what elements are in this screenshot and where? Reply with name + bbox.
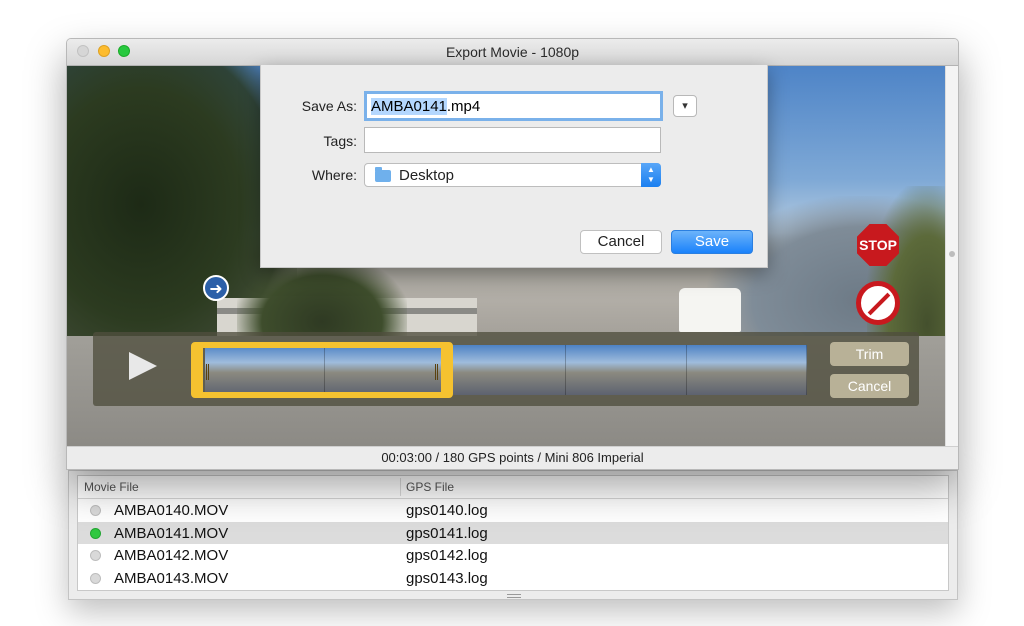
cancel-button[interactable]: Cancel <box>580 230 662 254</box>
gps-file-cell: gps0140.log <box>406 502 488 519</box>
file-list-header: Movie File GPS File <box>78 476 948 499</box>
chevron-down-icon[interactable]: ▾ <box>673 95 697 117</box>
resize-grip-icon[interactable] <box>507 594 521 598</box>
where-popup[interactable]: Desktop ▲ ▼ <box>364 163 661 187</box>
trim-end-grip-icon[interactable] <box>435 364 438 380</box>
trim-selection-handle[interactable] <box>191 342 453 398</box>
status-dot-icon <box>90 572 101 584</box>
where-value: Desktop <box>399 167 455 184</box>
trim-cancel-button[interactable]: Cancel <box>830 374 909 398</box>
filename-input[interactable]: AMBA0141.mp4 <box>364 91 663 121</box>
export-movie-window: Export Movie - 1080p ➜ STOP Trim Cancel … <box>66 38 959 470</box>
popup-arrows-icon: ▲ ▼ <box>641 163 661 187</box>
trim-start-grip-icon[interactable] <box>206 364 209 380</box>
movie-file-cell: AMBA0140.MOV <box>114 502 229 519</box>
scene-camper-van <box>679 288 741 332</box>
where-label: Where: <box>311 167 357 183</box>
folder-icon <box>375 167 391 182</box>
window-title: Export Movie - 1080p <box>445 44 580 60</box>
column-header-movie-file[interactable]: Movie File <box>84 480 139 494</box>
trim-bar: Trim Cancel <box>93 332 919 406</box>
filename-selected-text: AMBA0141 <box>371 98 447 115</box>
play-icon[interactable] <box>129 352 157 380</box>
scroll-knob[interactable] <box>949 251 955 257</box>
table-row[interactable]: AMBA0142.MOV gps0142.log <box>78 544 948 567</box>
movie-file-cell: AMBA0141.MOV <box>114 524 229 542</box>
tags-input[interactable] <box>364 127 661 153</box>
direction-sign-icon: ➜ <box>203 275 229 301</box>
tags-label: Tags: <box>323 133 357 149</box>
table-row[interactable]: AMBA0143.MOV gps0143.log <box>78 567 948 590</box>
movie-file-cell: AMBA0142.MOV <box>114 547 229 564</box>
save-as-label: Save As: <box>301 98 357 114</box>
title-bar[interactable]: Export Movie - 1080p <box>67 39 958 66</box>
save-button[interactable]: Save <box>671 230 753 254</box>
filmstrip-frame <box>445 345 567 395</box>
filmstrip-frame <box>686 345 808 395</box>
column-separator <box>400 478 401 496</box>
status-dot-icon <box>90 550 101 561</box>
save-sheet: Save As: AMBA0141.mp4 ▾ Tags: Where: Des… <box>260 65 768 268</box>
filename-extension: .mp4 <box>446 98 481 115</box>
status-dot-active-icon <box>90 527 101 539</box>
gps-file-cell: gps0141.log <box>406 524 488 542</box>
no-left-turn-sign-icon <box>856 281 900 325</box>
movie-file-cell: AMBA0143.MOV <box>114 569 229 587</box>
status-dot-icon <box>90 505 101 516</box>
gps-file-cell: gps0143.log <box>406 569 488 587</box>
table-row-selected[interactable]: AMBA0141.MOV gps0141.log <box>78 521 948 544</box>
trim-button[interactable]: Trim <box>830 342 909 366</box>
scroll-strip[interactable] <box>945 66 958 446</box>
table-row[interactable]: AMBA0140.MOV gps0140.log <box>78 499 948 522</box>
column-header-gps-file[interactable]: GPS File <box>406 480 454 494</box>
file-list-window: Movie File GPS File AMBA0140.MOV gps0140… <box>68 470 958 600</box>
status-bar: 00:03:00 / 180 GPS points / Mini 806 Imp… <box>67 446 958 469</box>
file-list-table: Movie File GPS File AMBA0140.MOV gps0140… <box>77 475 949 591</box>
filmstrip-frame <box>566 345 687 395</box>
gps-file-cell: gps0142.log <box>406 547 488 564</box>
